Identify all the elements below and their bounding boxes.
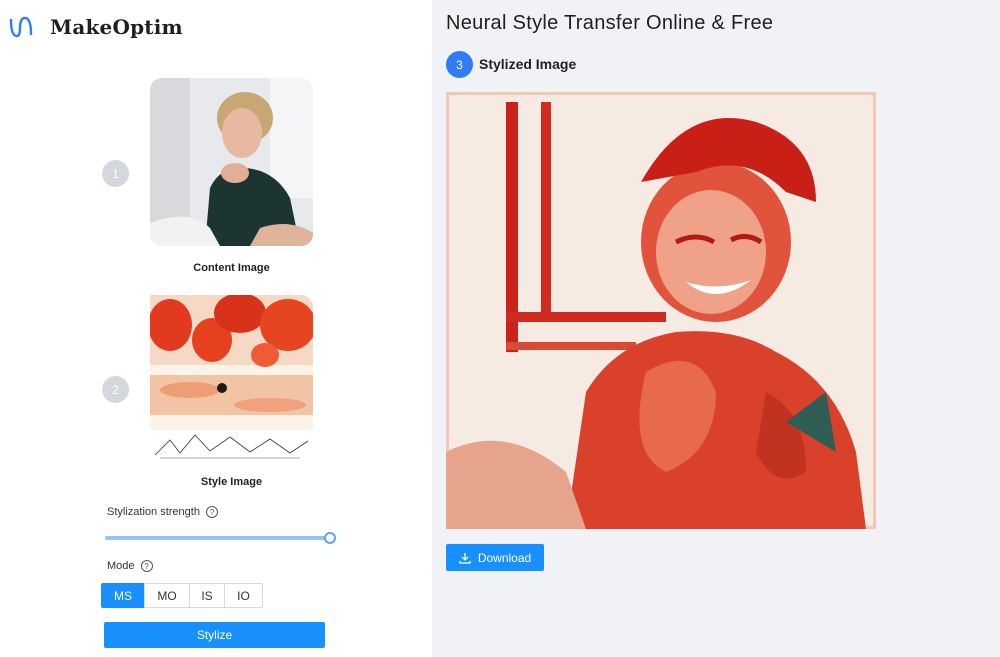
main-panel: Neural Style Transfer Online & Free 3 St… — [432, 0, 1000, 657]
step-1-badge: 1 — [102, 160, 129, 187]
style-image-graphic — [150, 295, 313, 463]
mode-option-mo[interactable]: MO — [144, 583, 190, 608]
strength-label: Stylization strength ? — [107, 506, 218, 518]
content-image[interactable] — [150, 78, 313, 246]
mode-label: Mode ? — [107, 560, 153, 572]
download-button[interactable]: Download — [446, 544, 544, 571]
logo-mark-icon — [9, 16, 33, 38]
content-image-graphic — [150, 78, 313, 246]
app-name: MakeOptim — [50, 15, 183, 39]
stylized-image-graphic — [446, 92, 876, 529]
mode-option-is[interactable]: IS — [189, 583, 225, 608]
help-icon[interactable]: ? — [205, 506, 218, 518]
help-icon[interactable]: ? — [140, 560, 153, 572]
stylize-button[interactable]: Stylize — [104, 622, 325, 648]
content-image-caption: Content Image — [193, 262, 270, 274]
slider-handle[interactable] — [324, 532, 336, 544]
mode-option-io[interactable]: IO — [224, 583, 263, 608]
style-image-caption: Style Image — [200, 476, 263, 488]
stylized-image[interactable] — [446, 92, 876, 529]
stylized-image-label: Stylized Image — [479, 56, 577, 72]
mode-segmented-control: MS MO IS IO — [101, 583, 263, 608]
download-label: Download — [477, 550, 532, 565]
step-2-badge: 2 — [102, 376, 129, 403]
style-image[interactable] — [150, 295, 313, 463]
mode-option-ms[interactable]: MS — [101, 583, 145, 608]
download-icon — [459, 552, 471, 564]
sidebar: MakeOptim 1 Content Image 2 Style Image … — [0, 0, 432, 657]
step-3-badge: 3 — [446, 51, 473, 78]
slider-track[interactable] — [105, 536, 330, 540]
strength-label-text: Stylization strength — [107, 506, 200, 518]
logo[interactable]: MakeOptim — [8, 14, 183, 40]
strength-slider[interactable] — [105, 532, 336, 544]
mode-label-text: Mode — [107, 560, 135, 572]
page-title: Neural Style Transfer Online & Free — [446, 12, 774, 34]
